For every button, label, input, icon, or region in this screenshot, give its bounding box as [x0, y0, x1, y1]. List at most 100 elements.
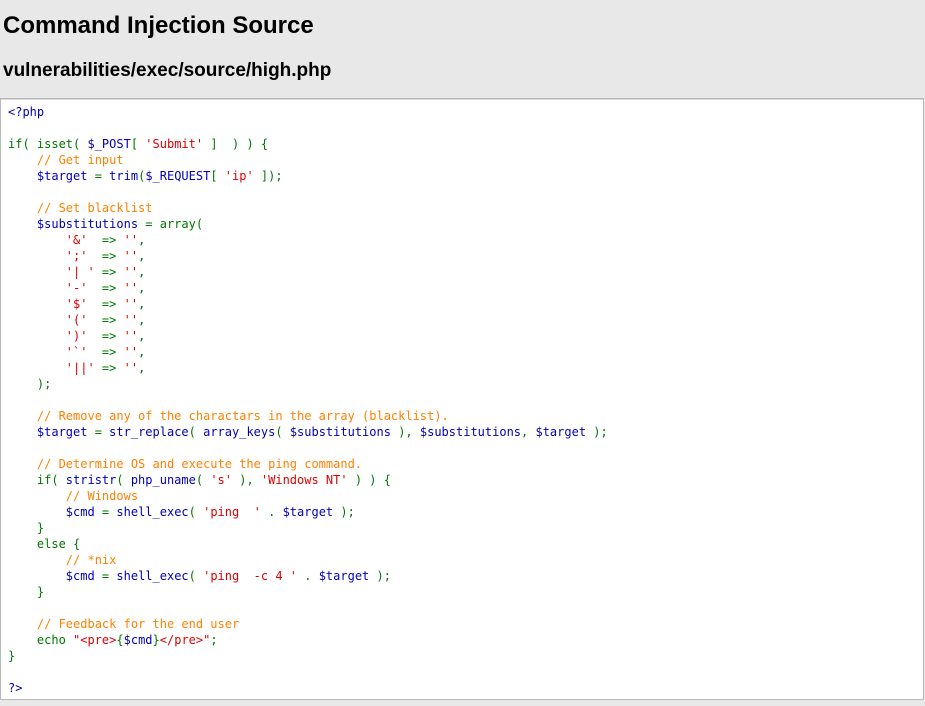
code-token: ), [232, 473, 261, 487]
code-line: $substitutions = array( [8, 216, 608, 232]
code-token: ) ) { [347, 473, 391, 487]
php-source-code[interactable]: <?php if( isset( $_POST[ 'Submit' ] ) ) {… [8, 104, 608, 696]
code-token: => [94, 361, 124, 375]
code-token: ; [210, 633, 218, 647]
code-line: '-' => '', [8, 280, 608, 296]
code-token: </pre>" [159, 633, 211, 647]
code-line: '(' => '', [8, 312, 608, 328]
code-line: if( isset( $_POST[ 'Submit' ] ) ) { [8, 136, 608, 152]
code-line: // Feedback for the end user [8, 616, 608, 632]
code-token: => [87, 281, 124, 295]
code-token: ); [333, 505, 355, 519]
code-token: , [138, 345, 146, 359]
code-token: // Windows [65, 489, 139, 503]
code-token: } [152, 633, 160, 647]
code-token: , [138, 265, 146, 279]
code-token: "<pre> [73, 633, 117, 647]
code-token: $target [318, 569, 370, 583]
source-file-path: vulnerabilities/exec/source/high.php [3, 60, 332, 81]
code-token: . [297, 569, 319, 583]
code-token: // Remove any of the charactars in the a… [36, 409, 449, 423]
code-token: // Set blacklist [36, 201, 153, 215]
code-token: , [138, 249, 146, 263]
code-line: $cmd = shell_exec( 'ping -c 4 ' . $targe… [8, 568, 608, 584]
code-line: echo "<pre>{$cmd}</pre>"; [8, 632, 608, 648]
code-token: '' [123, 361, 139, 375]
code-token: ); [586, 425, 608, 439]
page-title: Command Injection Source [3, 12, 314, 39]
code-token: $target [535, 425, 587, 439]
code-line: '&' => '', [8, 232, 608, 248]
code-token: $substitutions [36, 217, 139, 231]
code-token: $cmd [65, 505, 95, 519]
code-token: = [87, 425, 110, 439]
code-token: $substitutions [419, 425, 522, 439]
code-token: $target [282, 505, 334, 519]
code-token: => [87, 249, 124, 263]
code-token: // Determine OS and execute the ping com… [36, 457, 363, 471]
code-panel[interactable]: <?php if( isset( $_POST[ 'Submit' ] ) ) {… [0, 98, 924, 700]
code-line: <?php [8, 104, 608, 120]
code-token: $cmd [65, 569, 95, 583]
code-token: [ [210, 169, 225, 183]
code-token: '' [123, 345, 139, 359]
code-line: ); [8, 376, 608, 392]
code-token: php_uname [130, 473, 196, 487]
code-line: '$' => '', [8, 296, 608, 312]
code-line: $target = trim($_REQUEST[ 'ip' ]); [8, 168, 608, 184]
code-line: '`' => '', [8, 344, 608, 360]
code-line: '| ' => '', [8, 264, 608, 280]
code-line: // Set blacklist [8, 200, 608, 216]
code-token: '' [123, 281, 139, 295]
code-token: , [138, 329, 146, 343]
code-token: ( [188, 425, 204, 439]
code-token: = array( [138, 217, 204, 231]
code-token: '' [123, 233, 139, 247]
code-line: '||' => '', [8, 360, 608, 376]
code-token: 'Windows NT' [260, 473, 348, 487]
code-token: = [87, 169, 110, 183]
code-token: 'ping ' [203, 505, 261, 519]
code-token: '||' [65, 361, 95, 375]
code-token: ), [390, 425, 420, 439]
code-token: '' [123, 313, 139, 327]
code-token: shell_exec [116, 505, 189, 519]
code-line: $target = str_replace( array_keys( $subs… [8, 424, 608, 440]
code-line: ?> [8, 680, 608, 696]
code-token: stristr [65, 473, 117, 487]
code-line: // Windows [8, 488, 608, 504]
code-token: = [94, 569, 117, 583]
code-token: 'Submit' [145, 137, 204, 151]
code-token: } [8, 521, 45, 535]
code-token: // Feedback for the end user [36, 617, 240, 631]
code-line: $cmd = shell_exec( 'ping ' . $target ); [8, 504, 608, 520]
code-token: $substitutions [289, 425, 391, 439]
code-token: else { [8, 537, 81, 551]
code-token: ); [369, 569, 391, 583]
code-token: // Get input [36, 153, 124, 167]
code-token: trim [109, 169, 139, 183]
code-line: else { [8, 536, 608, 552]
code-token: => [87, 329, 124, 343]
code-token: $_POST [87, 137, 131, 151]
code-line: ';' => '', [8, 248, 608, 264]
code-token: '' [123, 249, 139, 263]
